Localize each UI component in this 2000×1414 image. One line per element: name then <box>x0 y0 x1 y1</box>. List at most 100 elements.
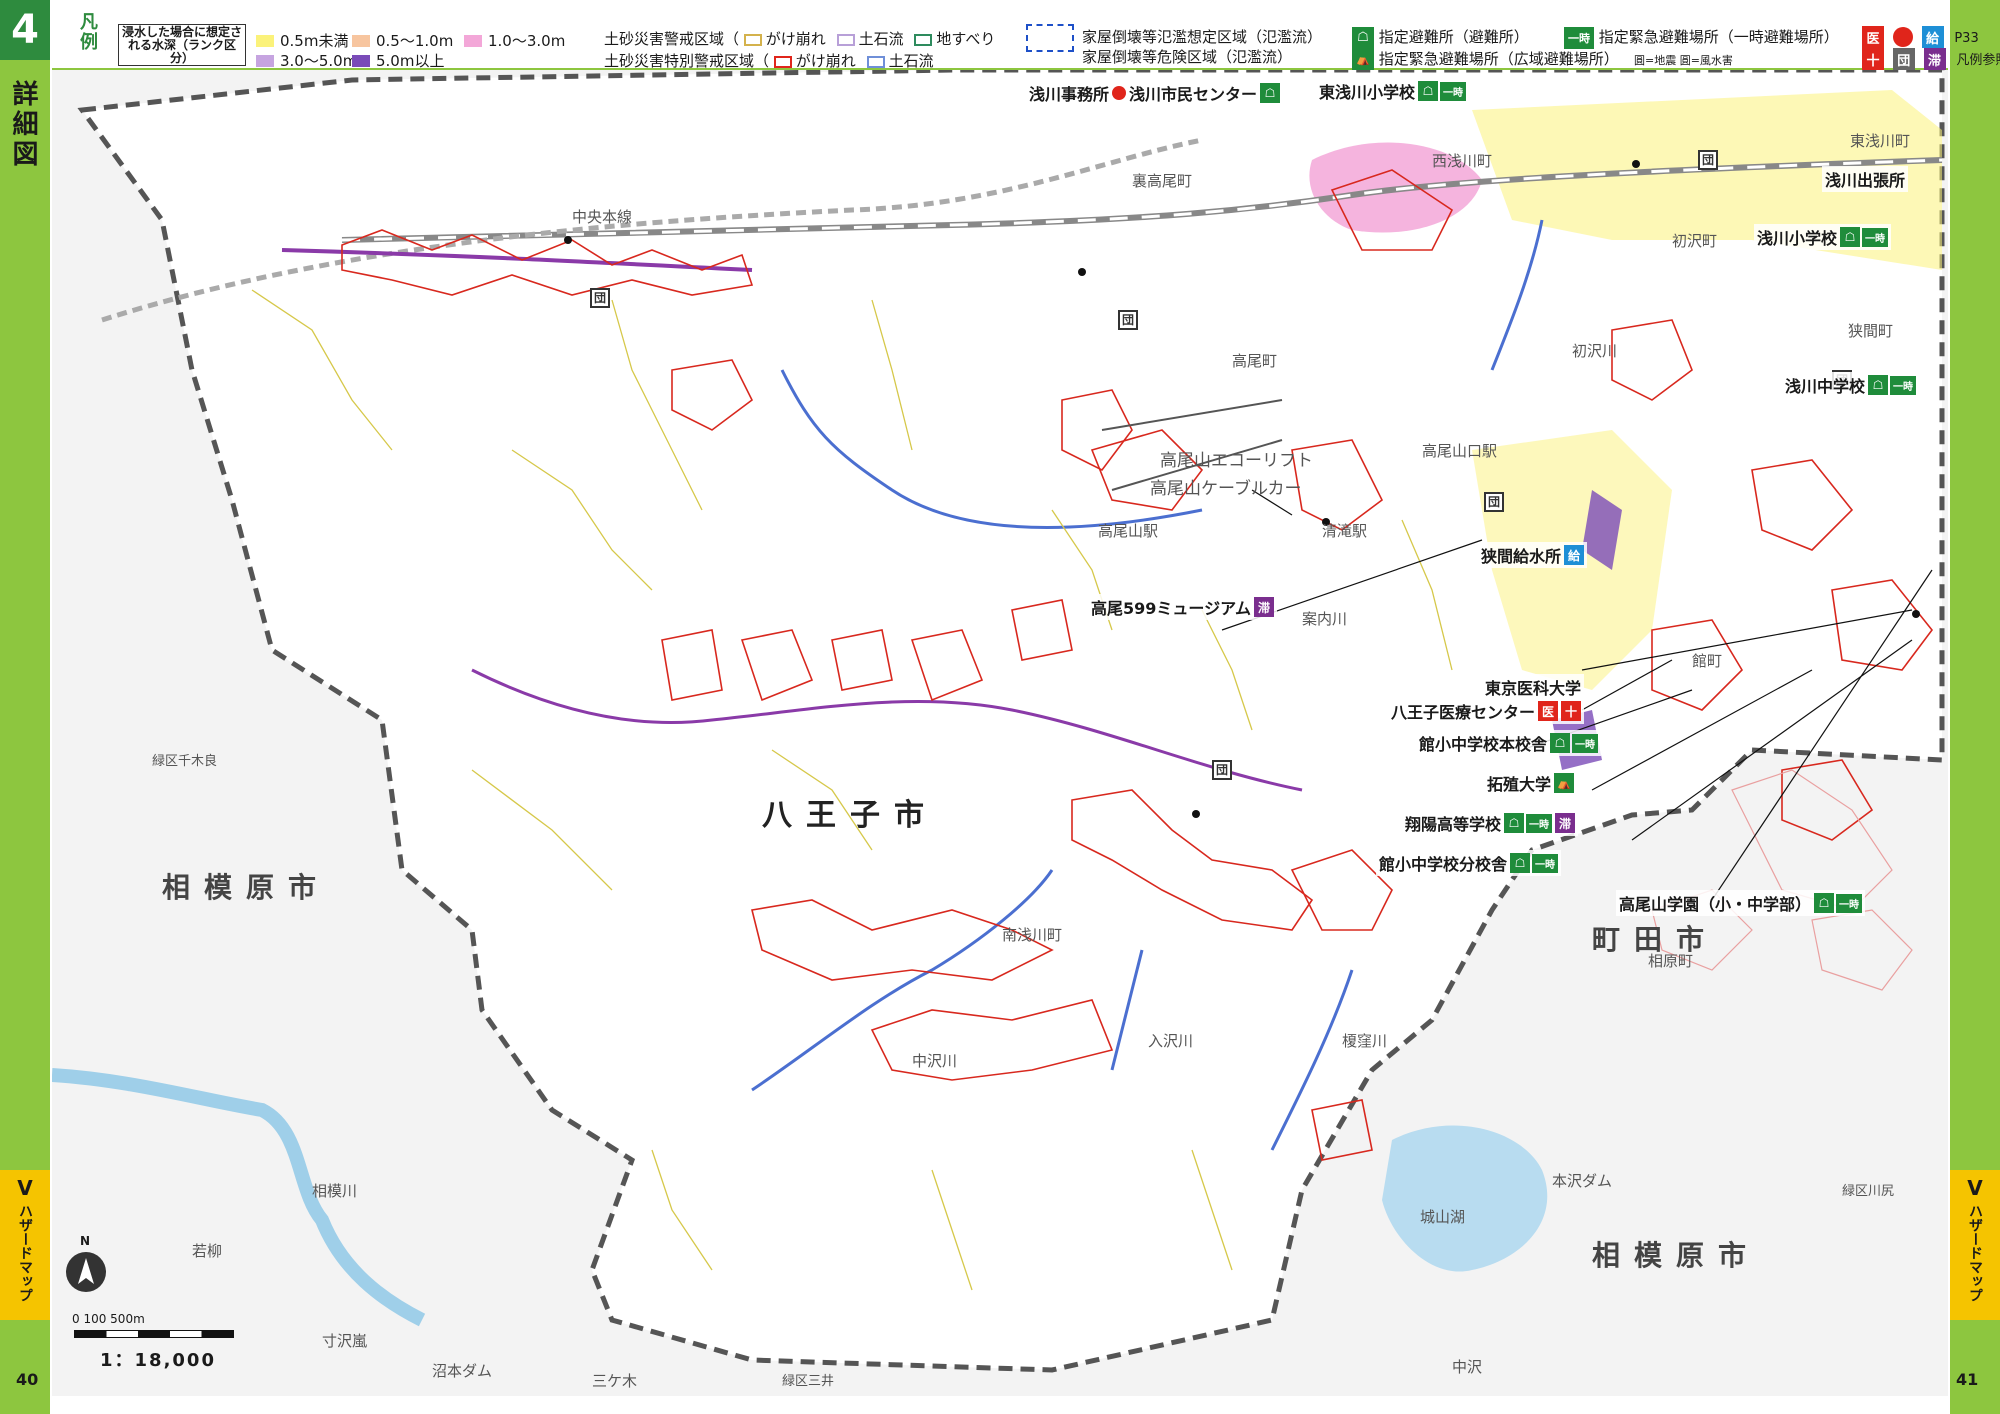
shelter-marker[interactable]: 団 <box>1484 492 1504 512</box>
callout-label: 東浅川小学校 <box>1319 83 1416 102</box>
city-label-hachioji: 八王子市 <box>762 798 938 833</box>
wide-area-icon: ⛺ <box>1352 48 1374 71</box>
depth-rank-5: 5.0m以上 <box>352 50 444 71</box>
callout-asakawa-es[interactable]: 浅川小学校 ☖ 一時 <box>1754 224 1892 250</box>
place-label: 中央本線 <box>572 208 633 226</box>
shelter-icon: ☖ <box>1260 83 1281 103</box>
callout-label: 浅川事務所 <box>1029 85 1110 104</box>
depth-rank-title: 浸水した場合に想定される水深（ランク区分） <box>118 24 246 66</box>
side-tab-roman: V <box>17 1176 33 1200</box>
callout-label: 館小中学校分校舎 <box>1379 855 1508 874</box>
callout-asakawa-office[interactable]: 浅川事務所 浅川市民センター ☖ <box>1026 80 1284 106</box>
side-tab-right[interactable]: V ハザードマップ <box>1950 1170 2000 1320</box>
stay-icon: 滞 <box>1555 813 1576 833</box>
location-pin <box>1632 160 1640 168</box>
side-tab-left[interactable]: V ハザードマップ <box>0 1170 50 1320</box>
ichiji-icon: 一時 <box>1440 81 1467 101</box>
place-label: 緑区川尻 <box>1842 1184 1895 1199</box>
shelter-icon: ☖ <box>1418 81 1439 101</box>
sediment-special-label: 土砂災害特別警戒区域（ <box>604 52 770 70</box>
water-supply-icon: 給 <box>1921 26 1944 48</box>
callout-higashi-asakawa-es[interactable]: 東浅川小学校 ☖ 一時 <box>1316 78 1470 104</box>
place-label: 緑区三井 <box>782 1374 835 1389</box>
place-label: 東浅川町 <box>1850 132 1911 150</box>
scale-bar <box>74 1330 234 1338</box>
shelter-icon: ☖ <box>1814 893 1835 913</box>
ichiji-icon: 一時 <box>1836 893 1863 913</box>
place-label: 初沢川 <box>1572 342 1618 360</box>
shelter-marker[interactable]: 団 <box>1698 150 1718 170</box>
shelter-icon: ☖ <box>1510 853 1531 873</box>
depth-swatch <box>256 54 274 67</box>
callout-label: 浅川中学校 <box>1785 377 1866 396</box>
callout-asakawa-branch[interactable]: 浅川出張所 <box>1822 166 1909 192</box>
location-pin <box>1912 610 1920 618</box>
shelter-marker[interactable]: 団 <box>1118 310 1138 330</box>
place-label: 高尾町 <box>1232 352 1278 370</box>
chapter-number: 4 <box>0 0 50 60</box>
north-arrow-svg <box>78 1258 94 1284</box>
legend-bar: 凡例 浸水した場合に想定される水深（ランク区分） 0.5m未満 0.5～1.0m… <box>52 0 2000 71</box>
callout-tate-branch[interactable]: 館小中学校分校舎 ☖ 一時 <box>1376 850 1562 876</box>
callout-hazama-water[interactable]: 狭間給水所 給 <box>1478 542 1588 568</box>
ichiji-icon: 一時 <box>1572 733 1599 753</box>
shelter-marker[interactable]: 団 <box>590 288 610 308</box>
cliff-special-swatch <box>773 55 792 68</box>
callout-asakawa-jhs[interactable]: 浅川中学校 ☖ 一時 <box>1782 372 1920 398</box>
callout-label: 東京医科大学 <box>1485 679 1582 698</box>
hospital-icon: 医 <box>1538 701 1559 721</box>
facility-icons-row-2: 十 団 滞 凡例参照 <box>1862 48 2000 70</box>
callout-label: 浅川出張所 <box>1825 171 1906 190</box>
place-label: 三ケ木 <box>592 1372 638 1390</box>
place-label: 高尾山駅 <box>1098 522 1159 540</box>
shelter-note: 圓=地震 圓=風水害 <box>1634 54 1733 67</box>
debris-special-swatch <box>866 55 885 68</box>
callout-takushoku[interactable]: 拓殖大学 ⛺ <box>1484 770 1578 796</box>
landslide-swatch <box>914 33 933 46</box>
page-number-right: 41 <box>1956 1370 1979 1389</box>
shelter-icon: ☖ <box>1504 813 1525 833</box>
scale-ratio: 1：18,000 <box>100 1350 216 1371</box>
depth-swatch <box>352 34 370 47</box>
sediment-warning-legend: 土砂災害警戒区域（ がけ崩れ 土石流 地すべり <box>604 28 995 49</box>
place-label: 西浅川町 <box>1432 152 1493 170</box>
north-label: N <box>80 1234 91 1248</box>
stay-icon: 滞 <box>1253 597 1274 617</box>
house-collapse-swatch <box>1026 24 1074 52</box>
stay-icon: 滞 <box>1923 48 1946 70</box>
place-label: 緑区千木良 <box>152 754 218 769</box>
shelter-marker[interactable]: 団 <box>1212 760 1232 780</box>
depth-rank-label: 0.5～1.0m <box>376 32 454 50</box>
shelter-icon: ☖ <box>1840 227 1861 247</box>
callout-shoyo[interactable]: 翔陽高等学校 ☖ 一時 滞 <box>1402 810 1579 836</box>
callout-label: 高尾山学園（小・中学部） <box>1619 895 1812 914</box>
callout-tokyo-medical[interactable]: 東京医科大学 八王子医療センター 医 十 <box>1388 674 1585 724</box>
callout-takao599[interactable]: 高尾599ミュージアム 滞 <box>1088 594 1277 620</box>
debris-label: 土石流 <box>858 30 904 48</box>
depth-rank-3: 1.0～3.0m <box>464 30 565 51</box>
depth-swatch <box>464 34 482 47</box>
depth-rank-label: 0.5m未満 <box>280 32 349 50</box>
callout-label: 八王子医療センター <box>1391 703 1536 722</box>
place-label: 狭間町 <box>1848 322 1894 340</box>
ichiji-icon: 一時 <box>1526 813 1553 833</box>
legend-title: 凡例 <box>77 12 98 52</box>
page-number-left: 40 <box>16 1370 39 1389</box>
place-label: 中沢 <box>1452 1358 1483 1376</box>
location-pin <box>564 236 572 244</box>
depth-swatch <box>256 34 274 47</box>
wide-area-label: 指定緊急避難場所（広域避難場所） <box>1378 50 1619 68</box>
callout-label: 館小中学校本校舎 <box>1419 735 1548 754</box>
house-collapse-flood-label: 家屋倒壊等氾濫想定区域（氾濫流） <box>1082 28 1323 46</box>
house-collapse-legend <box>1026 24 1074 52</box>
house-collapse-danger-label: 家屋倒壊等危険区域（氾濫流） <box>1082 48 1293 66</box>
callout-tate-main[interactable]: 館小中学校本校舎 ☖ 一時 <box>1416 730 1602 756</box>
callout-takaosan-gakuen[interactable]: 高尾山学園（小・中学部） ☖ 一時 <box>1616 890 1866 916</box>
detail-map-label: 詳細図 <box>8 80 38 170</box>
cliff-label: がけ崩れ <box>795 52 856 70</box>
city-label-sagamihara-left: 相模原市 <box>162 871 331 904</box>
hazard-map[interactable]: 団 団 団 団 団 団 裏高尾町 中央本線 高尾町 高尾山エコーリフト 高尾山ケ… <box>52 70 1948 1396</box>
sediment-warning-label: 土砂災害警戒区域（ <box>604 30 740 48</box>
place-label: 高尾山エコーリフト <box>1160 451 1313 471</box>
depth-rank-label: 1.0～3.0m <box>488 32 566 50</box>
